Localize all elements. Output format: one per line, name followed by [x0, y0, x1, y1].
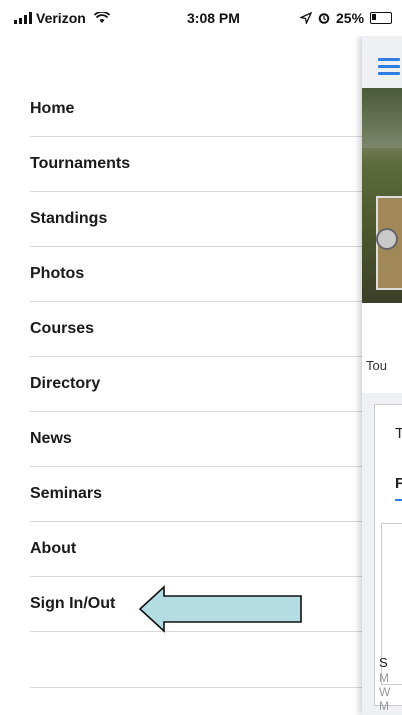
carrier-name: Verizon [36, 10, 86, 26]
menu-item-courses[interactable]: Courses [30, 302, 362, 357]
club-logo-icon [376, 228, 398, 250]
menu-item-label: Tournaments [30, 155, 131, 172]
signal-icon [14, 12, 32, 24]
menu-divider [30, 687, 362, 688]
annotation-arrow [138, 585, 302, 633]
menu-item-news[interactable]: News [30, 412, 362, 467]
side-menu: Home Tournaments Standings Photos Course… [0, 82, 362, 632]
partial-tab-t[interactable]: T [395, 425, 402, 442]
partial-tab-f[interactable]: F [395, 475, 402, 492]
menu-item-home[interactable]: Home [30, 82, 362, 137]
partial-text-m2: M [379, 699, 389, 713]
menu-item-tournaments[interactable]: Tournaments [30, 137, 362, 192]
photo-sign [376, 196, 402, 290]
menu-item-label: Courses [30, 320, 95, 337]
menu-item-directory[interactable]: Directory [30, 357, 362, 412]
hamburger-menu-icon[interactable] [378, 58, 400, 79]
status-right-group: 25% [300, 10, 393, 26]
menu-item-standings[interactable]: Standings [30, 192, 362, 247]
status-time: 3:08 PM [187, 10, 240, 26]
menu-item-label: Home [30, 100, 75, 117]
menu-item-label: Sign In/Out [30, 595, 116, 612]
menu-item-label: About [30, 540, 77, 557]
menu-item-seminars[interactable]: Seminars [30, 467, 362, 522]
carrier-group: Verizon [14, 10, 110, 26]
alarm-icon [318, 13, 330, 24]
content-band [362, 303, 402, 393]
menu-item-label: Standings [30, 210, 108, 227]
partial-text-s: S [379, 655, 388, 670]
active-tab-underline [395, 499, 402, 501]
background-app-panel: Tou T F S M W M [362, 36, 402, 715]
course-photo [362, 88, 402, 303]
partial-text-m1: M [379, 671, 389, 685]
menu-item-label: Seminars [30, 485, 103, 502]
menu-item-about[interactable]: About [30, 522, 362, 577]
location-arrow-icon [300, 12, 312, 24]
tree-canopy [362, 88, 402, 148]
partial-text-w: W [379, 685, 391, 699]
menu-item-photos[interactable]: Photos [30, 247, 362, 302]
partial-text-tou: Tou [366, 358, 387, 373]
menu-item-label: Directory [30, 375, 101, 392]
wifi-icon [93, 12, 110, 23]
battery-icon [370, 12, 393, 24]
status-bar: Verizon 3:08 PM 25% [0, 0, 402, 36]
menu-item-label: Photos [30, 265, 85, 282]
battery-percent: 25% [336, 10, 365, 26]
menu-item-label: News [30, 430, 72, 447]
content-card: T F S M W M [374, 404, 402, 713]
